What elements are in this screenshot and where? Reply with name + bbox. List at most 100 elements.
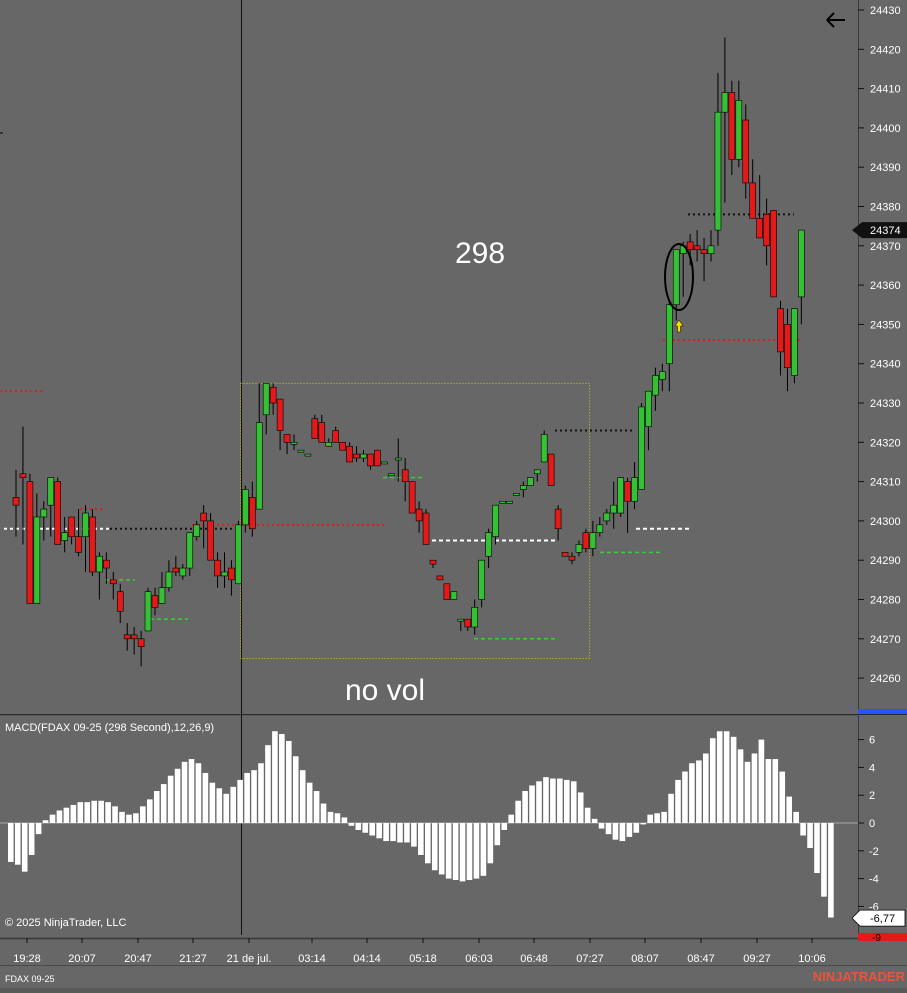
time-axis-label: 04:14 <box>353 953 381 965</box>
candle-up <box>304 453 312 457</box>
candle-body <box>513 493 520 496</box>
macd-bar <box>445 823 452 879</box>
macd-bar <box>70 804 77 823</box>
macd-bar <box>772 759 779 823</box>
macd-bar <box>584 807 591 823</box>
no-vol-annotation: no vol <box>345 674 425 707</box>
candle-body <box>200 512 207 522</box>
macd-bar <box>626 823 633 837</box>
candle-body <box>631 477 638 502</box>
candle-up <box>506 500 513 504</box>
candle-down <box>408 481 416 514</box>
macd-bar <box>786 796 792 823</box>
candle-body <box>686 241 694 251</box>
candle-body <box>33 516 41 604</box>
macd-bar <box>598 823 605 829</box>
candle-body <box>429 559 437 565</box>
candle-body <box>520 485 527 490</box>
macd-bar <box>126 814 132 823</box>
macd-signal-label: -9 <box>872 933 881 944</box>
candle-body <box>374 449 381 467</box>
offscreen-price-tag <box>858 709 907 714</box>
candle-body <box>221 571 228 577</box>
macd-bar <box>515 800 521 823</box>
current-macd-label: -6,77 <box>870 913 895 925</box>
price-axis-label: 24300 <box>870 516 901 528</box>
macd-bar <box>188 759 195 823</box>
current-price-label: 24374 <box>870 225 901 237</box>
macd-bar <box>543 777 549 823</box>
macd-bar <box>376 823 382 839</box>
time-axis-label: 21:27 <box>179 953 207 965</box>
macd-bar <box>153 791 160 823</box>
macd-bar <box>466 823 473 880</box>
candle-body <box>561 552 569 557</box>
candle-body <box>47 477 55 506</box>
macd-bar <box>612 823 619 840</box>
macd-signal-tag <box>858 933 907 941</box>
macd-bar <box>730 736 737 823</box>
candle-body <box>540 434 548 463</box>
macd-bar <box>737 749 744 823</box>
macd-bar <box>167 775 174 823</box>
macd-bar <box>570 781 577 823</box>
candle-body <box>151 595 159 608</box>
macd-bar <box>286 740 292 823</box>
candle-body <box>770 210 777 298</box>
candle-body <box>582 532 590 549</box>
macd-bar <box>751 753 758 823</box>
candle-up <box>450 591 458 600</box>
macd-bar <box>661 811 667 823</box>
candle-body <box>276 398 284 431</box>
macd-axis-label: -2 <box>869 846 879 858</box>
candle-body <box>40 508 48 518</box>
candle-body <box>478 559 485 600</box>
candle-up <box>513 493 520 496</box>
candle-body <box>777 308 784 353</box>
time-axis-label: 06:48 <box>520 953 548 965</box>
candle-body <box>693 245 701 251</box>
price-axis-label: 24370 <box>870 241 901 253</box>
macd-bar <box>230 786 236 823</box>
macd-bar <box>49 814 56 823</box>
macd-bar <box>431 823 438 871</box>
time-axis-label: 19:28 <box>13 953 41 965</box>
macd-bar <box>244 772 250 823</box>
macd-bar <box>320 803 327 823</box>
candle-body <box>318 422 326 443</box>
candle-body <box>110 579 117 585</box>
candle-body <box>617 477 624 514</box>
candle-body <box>297 449 305 453</box>
candle-body <box>12 497 20 506</box>
macd-bar <box>369 823 375 836</box>
candle-up <box>381 461 388 465</box>
candle-body <box>728 92 736 160</box>
candle-body <box>798 229 805 298</box>
macd-bar <box>459 823 466 882</box>
macd-bar <box>744 761 751 823</box>
time-axis-label: 08:47 <box>687 953 715 965</box>
macd-bar <box>84 802 91 823</box>
price-axis-label: 24400 <box>870 123 901 135</box>
macd-bar <box>8 823 14 862</box>
candle-body <box>665 304 673 365</box>
candle-body <box>137 638 145 647</box>
macd-title: MACD(FDAX 09-25 (298 Second),12,26,9) <box>5 722 214 734</box>
candle-down <box>339 441 346 451</box>
candle-body <box>242 489 249 526</box>
macd-bar <box>258 763 264 823</box>
macd-bar <box>640 823 647 825</box>
macd-bar <box>577 792 584 823</box>
macd-bar <box>140 806 146 823</box>
candle-body <box>756 217 763 239</box>
macd-bar <box>397 823 403 843</box>
macd-bar <box>195 763 202 823</box>
time-axis-label: 03:14 <box>298 953 326 965</box>
candle-body <box>207 520 214 561</box>
candle-body <box>381 461 388 465</box>
candle-body <box>75 536 82 553</box>
macd-bar <box>633 823 640 833</box>
candle-body <box>179 567 187 577</box>
candle-down <box>89 509 96 576</box>
candle-body <box>492 504 499 537</box>
